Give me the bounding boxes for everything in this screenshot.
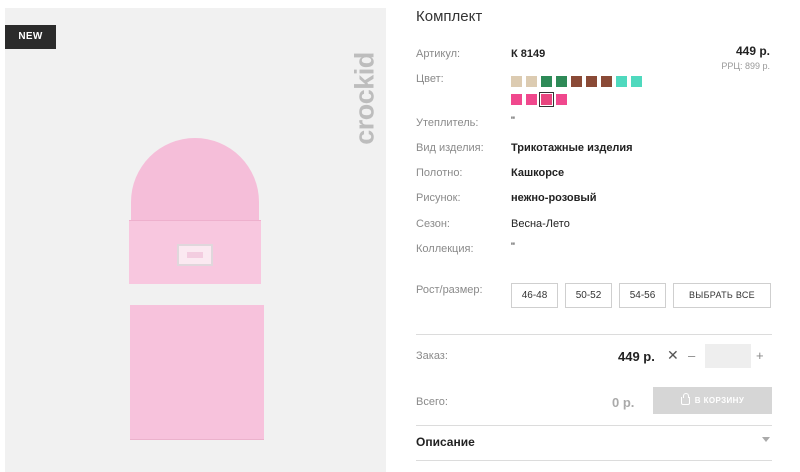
size-option-46-48[interactable]: 46-48 (511, 283, 558, 308)
new-badge: NEW (5, 25, 56, 49)
hat-crown (131, 138, 259, 228)
brand-logo-text: crockid (349, 52, 380, 145)
color-swatches (511, 76, 651, 112)
color-swatch[interactable] (571, 76, 582, 87)
color-swatch[interactable] (556, 94, 567, 105)
divider (416, 334, 772, 335)
color-swatch[interactable] (601, 76, 612, 87)
color-swatch[interactable] (511, 94, 522, 105)
quantity-input[interactable] (705, 344, 751, 368)
total-label: Всего: (416, 396, 448, 408)
color-swatch[interactable] (616, 76, 627, 87)
multiply-icon: ✕ (667, 347, 679, 363)
recommended-price: РРЦ: 899 р. (721, 61, 770, 71)
product-title: Комплект (416, 8, 483, 25)
collection-label: Коллекция: (416, 243, 474, 255)
season-value: Весна-Лето (511, 218, 570, 230)
article-label: Артикул: (416, 48, 461, 60)
color-swatch[interactable] (541, 76, 552, 87)
type-value: Трикотажные изделия (511, 142, 633, 154)
snood-illustration (130, 305, 264, 440)
pattern-value: нежно-розовый (511, 192, 597, 204)
color-label: Цвет: (416, 73, 444, 85)
bag-icon (680, 392, 690, 405)
divider (416, 460, 772, 461)
divider (416, 425, 772, 426)
insulation-label: Утеплитель: (416, 117, 479, 129)
hat-label (177, 244, 213, 266)
size-options: 46-48 50-52 54-56 ВЫБРАТЬ ВСЕ (511, 283, 771, 308)
fabric-value: Кашкорсе (511, 167, 565, 179)
insulation-value: " (511, 115, 515, 127)
product-image[interactable]: NEW crockid (5, 8, 386, 472)
decrease-quantity-button[interactable]: – (688, 348, 695, 363)
color-swatch[interactable] (631, 76, 642, 87)
article-value: К 8149 (511, 48, 546, 60)
color-swatch[interactable] (526, 76, 537, 87)
size-option-54-56[interactable]: 54-56 (619, 283, 666, 308)
season-label: Сезон: (416, 218, 450, 230)
color-swatch[interactable] (511, 76, 522, 87)
add-to-cart-button[interactable]: В КОРЗИНУ (653, 387, 772, 414)
increase-quantity-button[interactable]: + (756, 348, 764, 363)
description-toggle[interactable]: Описание (416, 435, 475, 449)
hat-illustration (129, 138, 261, 286)
type-label: Вид изделия: (416, 142, 484, 154)
add-to-cart-label: В КОРЗИНУ (694, 396, 745, 405)
total-value: 0 р. (612, 395, 635, 410)
size-label: Рост/размер: (416, 284, 483, 296)
color-swatch[interactable] (526, 94, 537, 105)
color-swatch[interactable] (556, 76, 567, 87)
chevron-down-icon[interactable] (762, 437, 770, 442)
brand-logo: crockid (335, 38, 386, 158)
order-price: 449 р. (618, 349, 655, 364)
collection-value: " (511, 241, 515, 253)
select-all-sizes-button[interactable]: ВЫБРАТЬ ВСЕ (673, 283, 771, 308)
color-swatch[interactable] (539, 92, 554, 107)
product-price: 449 р. (735, 44, 770, 58)
color-swatch[interactable] (586, 76, 597, 87)
fabric-label: Полотно: (416, 167, 463, 179)
order-label: Заказ: (416, 350, 448, 362)
pattern-label: Рисунок: (416, 192, 461, 204)
size-option-50-52[interactable]: 50-52 (565, 283, 612, 308)
